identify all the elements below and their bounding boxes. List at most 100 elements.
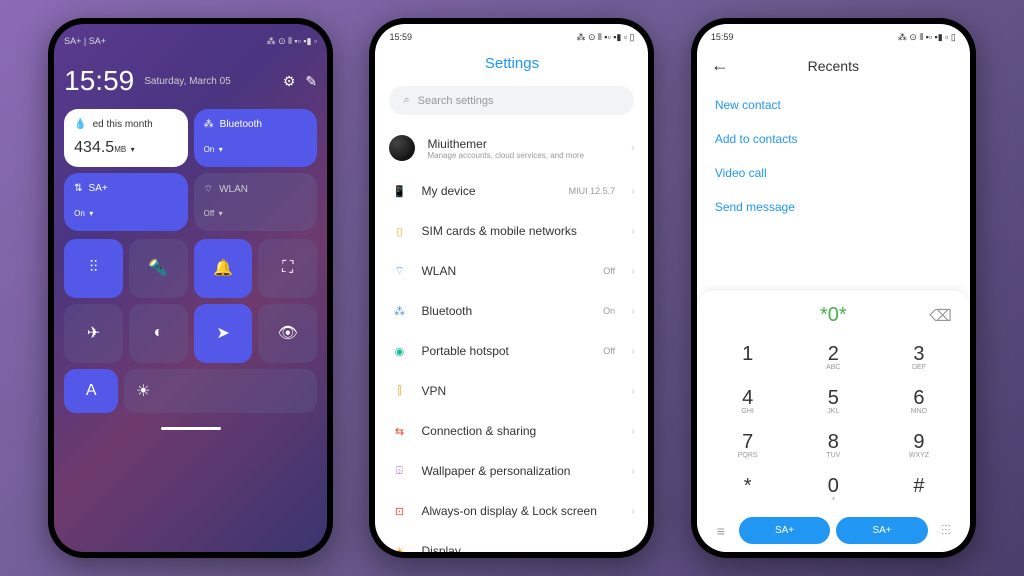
row-label: My device [421, 184, 556, 198]
row-label: Portable hotspot [421, 344, 591, 358]
settings-icon[interactable]: ⚙ [283, 73, 296, 90]
airplane-tile[interactable]: ✈ [64, 304, 123, 363]
status-bar: SA+ | SA+ ⁂ ⊙ ⫴ ▪▫ ▪▮ ▫ [64, 36, 317, 47]
darkmode-tile[interactable]: ◐ [129, 304, 188, 363]
search-input[interactable]: ⌕ Search settings [389, 86, 634, 115]
eye-icon: 👁 [278, 323, 298, 343]
vibrate-icon: ⫶⫶ [90, 259, 98, 277]
settings-row[interactable]: ⁂ Bluetooth On › [375, 291, 648, 331]
context-menu-item[interactable]: Video call [711, 156, 956, 190]
context-menu-item[interactable]: New contact [711, 88, 956, 122]
dnd-tile[interactable]: 🔔 [194, 239, 253, 298]
context-menu-item[interactable]: Add to contacts [711, 122, 956, 156]
dialpad-key[interactable]: # [876, 467, 962, 511]
settings-row[interactable]: ⊡ Always-on display & Lock screen › [375, 491, 648, 531]
dialpad-key[interactable]: 2ABC [790, 335, 876, 379]
dialpad-key[interactable]: 6MNO [876, 379, 962, 423]
dialpad: *0* ⌫ 12ABC3DEF4GHI5JKL6MNO7PQRS8TUV9WXY… [697, 289, 970, 552]
data-usage-tile[interactable]: 💧ed this month 434.5MB ▾ [64, 109, 188, 167]
avatar [389, 135, 415, 161]
row-icon: 📱 [389, 181, 409, 201]
row-label: SIM cards & mobile networks [421, 224, 619, 238]
back-button[interactable]: ← [711, 55, 729, 76]
chevron-right-icon: › [631, 266, 634, 277]
droplet-icon: 💧 [74, 119, 86, 130]
row-icon: ⇆ [389, 421, 409, 441]
dialpad-key[interactable]: 1 [705, 335, 791, 379]
row-icon: ⫿ [389, 381, 409, 401]
menu-icon[interactable]: ≡ [709, 523, 733, 539]
wifi-icon: ⌔ [204, 183, 213, 196]
settings-row[interactable]: ⇆ Connection & sharing › [375, 411, 648, 451]
screenshot-icon: ⛶ [282, 259, 293, 277]
drag-handle[interactable] [161, 427, 221, 430]
dialpad-key[interactable]: 5JKL [790, 379, 876, 423]
row-icon: ⌹ [389, 461, 409, 481]
dialpad-key[interactable]: 4GHI [705, 379, 791, 423]
row-icon: ◉ [389, 341, 409, 361]
dialpad-key[interactable]: 3DEF [876, 335, 962, 379]
row-icon: ▯ [389, 221, 409, 241]
dialpad-key[interactable]: 7PQRS [705, 423, 791, 467]
chevron-right-icon: › [631, 346, 634, 357]
row-label: Bluetooth [421, 304, 591, 318]
page-title: Recents [808, 58, 859, 74]
phone-2: 15:59 ⁂ ⊙ ⫴ ▪▫ ▪▮ ▫ ▯ Settings ⌕ Search … [369, 18, 654, 558]
auto-brightness-tile[interactable]: A [64, 369, 118, 413]
status-bar: 15:59 ⁂ ⊙ ⫴ ▪▫ ▪▮ ▫ ▯ [375, 24, 648, 47]
row-label: Connection & sharing [421, 424, 619, 438]
dialpad-key[interactable]: 8TUV [790, 423, 876, 467]
chevron-right-icon: › [631, 466, 634, 477]
call-sim2-button[interactable]: SA+ [836, 517, 928, 544]
dialpad-key[interactable]: 0+ [790, 467, 876, 511]
row-value: MIUI 12.5.7 [569, 186, 616, 196]
chevron-right-icon: › [631, 386, 634, 397]
dialpad-key[interactable]: * [705, 467, 791, 511]
edit-icon[interactable]: ✎ [305, 73, 317, 90]
chevron-right-icon: › [631, 306, 634, 317]
chevron-right-icon: › [631, 546, 634, 553]
settings-row[interactable]: ⌔ WLAN Off › [375, 251, 648, 291]
phone-3: 15:59 ⁂ ⊙ ⫴ ▪▫ ▪▮ ▫ ▯ ← Recents New cont… [691, 18, 976, 558]
settings-row[interactable]: ◉ Portable hotspot Off › [375, 331, 648, 371]
row-label: Wallpaper & personalization [421, 464, 619, 478]
row-icon: ☀ [389, 541, 409, 552]
sim-tile[interactable]: ⇅SA+ On ▾ [64, 173, 188, 231]
backspace-button[interactable]: ⌫ [929, 306, 952, 326]
settings-row[interactable]: 📱 My device MIUI 12.5.7 › [375, 171, 648, 211]
row-value: Off [603, 346, 615, 356]
bluetooth-tile[interactable]: ⁂Bluetooth On ▾ [194, 109, 318, 167]
row-icon: ⁂ [389, 301, 409, 321]
status-left: SA+ | SA+ [64, 36, 106, 47]
context-menu-item[interactable]: Send message [711, 190, 956, 224]
darkmode-icon: ◐ [153, 324, 163, 342]
chevron-right-icon: › [631, 143, 634, 154]
settings-row[interactable]: ▯ SIM cards & mobile networks › [375, 211, 648, 251]
row-label: Always-on display & Lock screen [421, 504, 619, 518]
data-icon: ⇅ [74, 183, 82, 194]
chevron-right-icon: › [631, 226, 634, 237]
flashlight-icon: 🔦 [148, 258, 168, 278]
row-value: On [603, 306, 615, 316]
dialpad-toggle-icon[interactable]: ⫶⫶⫶ [934, 522, 958, 539]
vibrate-tile[interactable]: ⫶⫶ [64, 239, 123, 298]
call-sim1-button[interactable]: SA+ [739, 517, 831, 544]
page-title: Settings [375, 47, 648, 80]
bluetooth-icon: ⁂ [204, 119, 214, 130]
dialpad-key[interactable]: 9WXYZ [876, 423, 962, 467]
settings-row[interactable]: ⌹ Wallpaper & personalization › [375, 451, 648, 491]
airplane-icon: ✈ [87, 323, 100, 343]
screenshot-tile[interactable]: ⛶ [258, 239, 317, 298]
row-icon: ⌔ [389, 261, 409, 281]
settings-row[interactable]: ☀ Display › [375, 531, 648, 552]
account-row[interactable]: Miuithemer Manage accounts, cloud servic… [375, 125, 648, 171]
clock-time: 15:59 [64, 65, 134, 97]
location-tile[interactable]: ➤ [194, 304, 253, 363]
flashlight-tile[interactable]: 🔦 [129, 239, 188, 298]
settings-row[interactable]: ⫿ VPN › [375, 371, 648, 411]
location-icon: ➤ [216, 323, 229, 343]
wlan-tile[interactable]: ⌔WLAN Off ▾ [194, 173, 318, 231]
phone-1: SA+ | SA+ ⁂ ⊙ ⫴ ▪▫ ▪▮ ▫ 15:59 Saturday, … [48, 18, 333, 558]
brightness-slider[interactable]: ☀ [124, 369, 317, 413]
eye-tile[interactable]: 👁 [258, 304, 317, 363]
